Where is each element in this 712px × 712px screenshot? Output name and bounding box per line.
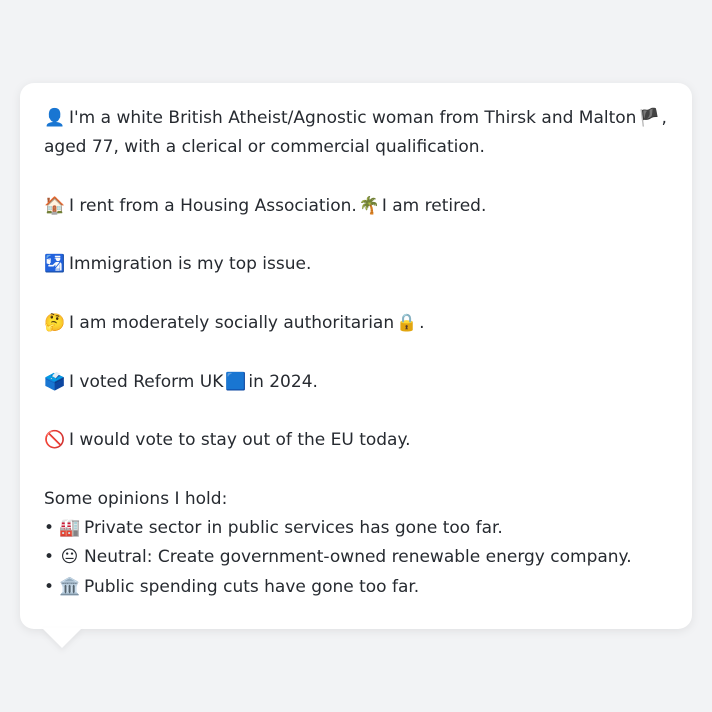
- opinion-item: • 🏭 Private sector in public services has …: [44, 514, 668, 543]
- bullet: •: [44, 547, 55, 568]
- opinion-text: Private sector in public services has go…: [84, 518, 503, 539]
- vote-line: 🗳️ I voted Reform UK 🟦 in 2024.: [44, 368, 668, 397]
- identity-text: I'm a white British Atheist/Agnostic wom…: [69, 108, 637, 128]
- passport-control-icon: 🛂: [44, 254, 66, 275]
- identity-line-2: aged 77, with a clerical or commercial q…: [44, 137, 485, 158]
- opinions-heading: Some opinions I hold:: [44, 488, 228, 509]
- lock-icon: 🔒: [396, 313, 418, 334]
- values-text: I am moderately socially authoritarian: [69, 313, 395, 334]
- england-flag-icon: 🏴: [638, 108, 660, 128]
- speech-bubble-tail: [42, 628, 82, 648]
- identity-comma: ,: [661, 108, 667, 128]
- person-icon: 👤: [44, 108, 66, 128]
- opinion-text: Neutral: Create government-owned renewab…: [84, 547, 632, 568]
- prohibited-icon: 🚫: [44, 430, 66, 451]
- factory-icon: 🏭: [59, 518, 81, 539]
- vote-year-text: in 2024.: [248, 371, 318, 392]
- opinion-item: • 😐 Neutral: Create government-owned renew…: [44, 543, 668, 572]
- bullet: •: [44, 576, 55, 597]
- values-suffix: .: [419, 313, 425, 334]
- house-icon: 🏠: [44, 195, 66, 216]
- opinion-item: • 🏛️ Public spending cuts have gone too fa…: [44, 573, 668, 602]
- issue-line: 🛂 Immigration is my top issue.: [44, 250, 668, 279]
- eu-line: 🚫 I would vote to stay out of the EU toda…: [44, 426, 668, 455]
- values-line: 🤔 I am moderately socially authoritarian 🔒…: [44, 309, 668, 338]
- identity-line: 👤 I'm a white British Atheist/Agnostic wo…: [44, 104, 668, 133]
- housing-text: I rent from a Housing Association.: [69, 195, 357, 216]
- eu-text: I would vote to stay out of the EU today…: [69, 430, 411, 451]
- retired-text: I am retired.: [381, 195, 487, 216]
- thinking-face-icon: 🤔: [44, 313, 66, 334]
- neutral-face-icon: 😐: [60, 547, 79, 568]
- ballot-box-icon: 🗳️: [44, 371, 66, 392]
- vote-text: I voted Reform UK: [69, 371, 224, 392]
- issue-text: Immigration is my top issue.: [69, 254, 312, 275]
- housing-line: 🏠 I rent from a Housing Association. 🌴 I am…: [44, 192, 668, 221]
- persona-card: 👤 I'm a white British Atheist/Agnostic wo…: [20, 83, 692, 629]
- palm-tree-icon: 🌴: [358, 195, 381, 216]
- blue-square-icon: 🟦: [225, 371, 247, 392]
- opinion-text: Public spending cuts have gone too far.: [84, 576, 420, 597]
- bullet: •: [44, 518, 55, 539]
- classical-building-icon: 🏛️: [59, 576, 81, 597]
